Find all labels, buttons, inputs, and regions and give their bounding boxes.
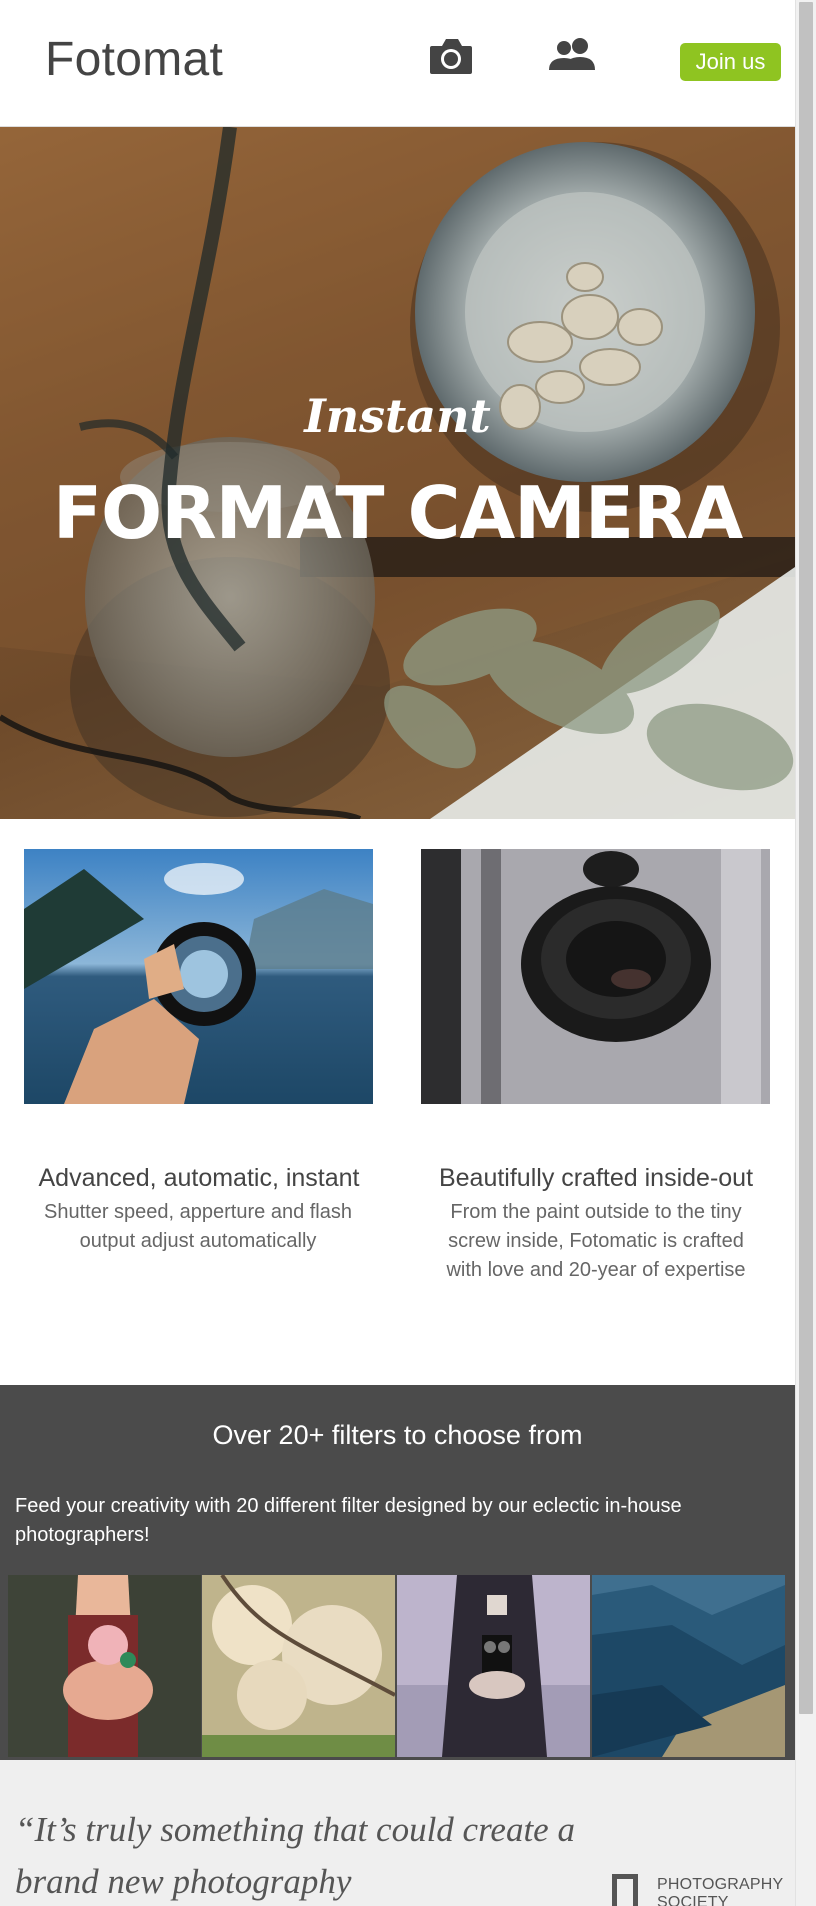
join-us-button[interactable]: Join us xyxy=(680,43,781,81)
filters-section: Over 20+ filters to choose from Feed you… xyxy=(0,1385,795,1760)
photography-society-logo: PHOTOGRAPHY SOCIETY xyxy=(612,1868,784,1906)
hero-banner: Instant FORMAT CAMERA xyxy=(0,127,795,819)
filter-thumb-blossom[interactable] xyxy=(202,1575,395,1757)
hero-title: FORMAT CAMERA xyxy=(52,471,743,555)
filter-thumb-valley[interactable] xyxy=(592,1575,785,1757)
filters-description: Feed your creativity with 20 different f… xyxy=(15,1495,682,1546)
lens-in-hand-image xyxy=(24,849,373,1104)
camera-icon[interactable] xyxy=(428,36,474,76)
page-scrollbar[interactable] xyxy=(795,0,816,1906)
society-logo-text: PHOTOGRAPHY SOCIETY xyxy=(657,1876,784,1906)
testimonial-quote: “It’s truly something that could create … xyxy=(15,1810,575,1901)
society-logo-mark xyxy=(612,1874,638,1906)
site-header: Fotomat Join us xyxy=(0,0,795,127)
feature-title-crafted: Beautifully crafted inside-out xyxy=(438,1164,754,1192)
testimonial-section: “It’s truly something that could create … xyxy=(0,1760,795,1906)
feature-title-automatic: Advanced, automatic, instant xyxy=(38,1164,360,1192)
hero-tagline: Instant xyxy=(304,389,491,443)
filters-title: Over 20+ filters to choose from xyxy=(212,1420,583,1450)
vintage-camera-image xyxy=(421,849,770,1104)
feature-desc-automatic: Shutter speed, apperture and flash outpu… xyxy=(44,1201,352,1252)
people-icon[interactable] xyxy=(547,36,599,76)
page: Fotomat Join us Instant FORMAT CAMERA Ad… xyxy=(0,0,795,1906)
filter-thumb-flower[interactable] xyxy=(8,1575,201,1757)
site-logo[interactable]: Fotomat xyxy=(45,32,223,87)
filter-thumb-photographer[interactable] xyxy=(397,1575,590,1757)
scrollbar-thumb[interactable] xyxy=(799,2,813,1714)
feature-desc-crafted: From the paint outside to the tiny screw… xyxy=(446,1201,746,1281)
